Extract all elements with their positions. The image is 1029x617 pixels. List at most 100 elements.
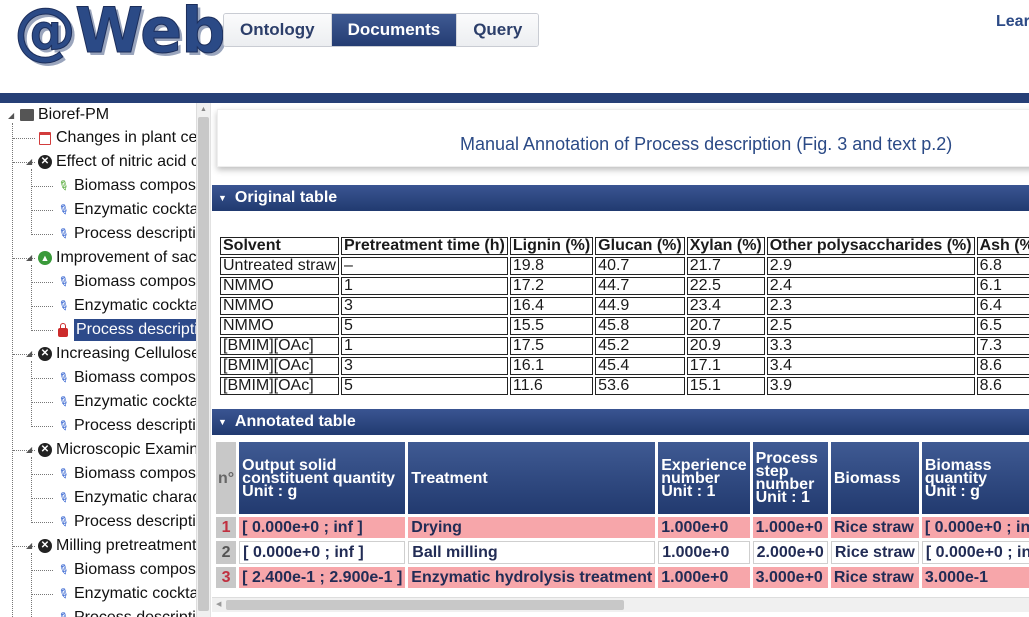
column-header-line: Biomass [833,469,901,487]
table-row: [BMIM][OAc] 3 16.1 45.4 17.1 3.4 8.6 [220,357,1029,375]
tree-item[interactable]: ✎ Biomass compos [55,559,196,581]
tree-connector [12,123,13,617]
tree-connector [31,378,53,379]
tree-expander-icon[interactable]: ◢ [8,111,17,120]
tree-item[interactable]: Process descripti [56,319,196,341]
tree-item[interactable]: ✎ Biomass compos [55,463,196,485]
row-number-header[interactable]: n° [216,442,237,514]
column-header[interactable]: Output solid constituent quantity Unit : g [239,442,406,514]
table-cell: 17.2 [509,277,594,295]
table-cell[interactable]: Ball milling [408,541,656,564]
scroll-up-icon[interactable]: ▲ [200,106,207,113]
table-cell[interactable]: 3.000e-1 [921,567,1029,588]
tree-item[interactable]: ✎ Enzymatic cockta [55,391,196,413]
tree-expander-icon[interactable]: ◢ [26,445,35,454]
tree-item[interactable]: Changes in plant ce [38,127,196,149]
table-row[interactable]: 3[ 2.400e-1 ; 2.900e-1 ] Enzymatic hydrol… [216,567,1029,588]
tree-item[interactable]: ✕ Increasing Cellulose [38,343,196,365]
tree-root[interactable]: Bioref-PM [20,104,109,126]
tree-scrollbar[interactable]: ▲ [196,103,211,617]
column-header: Other polysaccharides (%) [766,237,975,255]
tree-expander-icon[interactable]: ◢ [26,253,35,262]
scroll-left-icon[interactable]: ◀ [216,600,221,608]
table-cell: 23.4 [686,297,765,315]
column-header[interactable]: Treatment [408,442,656,514]
tree-item[interactable]: ✕ Milling pretreatment [38,535,196,557]
column-header[interactable]: Biomass quantity Unit : g [921,442,1029,514]
tree-item[interactable]: ✎ Biomass compos [55,271,196,293]
table-cell: 5 [340,317,508,335]
table-cell[interactable]: 1.000e+0 [658,567,750,588]
tab-ontology[interactable]: Ontology [224,14,332,46]
table-cell[interactable]: [ 0.000e+0 ; inf ] [239,517,406,538]
tree-expander-icon[interactable]: ◢ [26,541,35,550]
table-cell[interactable]: Rice straw [830,567,919,588]
pin-icon: ✎ [55,608,72,617]
tree-item-label: Microscopic Examin [56,441,196,458]
pin-icon: ✎ [55,224,72,242]
pin-icon-shape: ✎ [54,296,72,315]
table-cell[interactable]: [ 0.000e+0 ; inf ] [921,517,1029,538]
tree-item[interactable]: ✎ Biomass compos [55,175,196,197]
original-table-header[interactable]: ▼ Original table [212,185,1029,211]
table-cell[interactable]: Enzymatic hydrolysis treatment [408,567,656,588]
table-row: NMMO 1 17.2 44.7 22.5 2.4 6.1 [220,277,1029,295]
table-cell: 8.6 [976,377,1029,395]
folder-icon-shape [20,109,34,121]
table-cell[interactable]: Drying [408,517,656,538]
tree-item-label: Enzymatic cockta [74,201,196,218]
table-row[interactable]: 2[ 0.000e+0 ; inf ] Ball milling 1.000e+0 2… [216,541,1029,564]
tree-expander-icon[interactable]: ◢ [26,349,35,358]
table-cell[interactable]: 3.000e+0 [752,567,828,588]
collapse-triangle-icon[interactable]: ▼ [218,409,227,435]
table-cell[interactable]: [ 2.400e-1 ; 2.900e-1 ] [239,567,406,588]
table-cell[interactable]: [ 0.000e+0 ; inf ] [921,541,1029,564]
tree-item[interactable]: ✎ Enzymatic cockta [54,295,196,317]
pin-icon: ✎ [55,272,72,290]
column-header[interactable]: Biomass [830,442,919,514]
table-row[interactable]: 1[ 0.000e+0 ; inf ] Drying 1.000e+0 1.000e+… [216,517,1029,538]
table-cell[interactable]: 2.000e+0 [752,541,828,564]
horizontal-scroll-thumb[interactable] [226,600,624,610]
app-header: @Web Ontology Documents Query Lear [0,0,1029,93]
tree-item[interactable]: ✎Process descripti [55,607,196,617]
table-cell: NMMO [220,317,339,335]
tree-item[interactable]: ✎ Enzymatic cockta [55,583,196,605]
table-cell[interactable]: 1.000e+0 [658,517,750,538]
tab-query[interactable]: Query [457,14,539,46]
tree-item[interactable]: ▲ Improvement of sacc [38,247,196,269]
column-header[interactable]: Experience number Unit : 1 [658,442,750,514]
folder-icon [20,108,34,122]
main-tabs: Ontology Documents Query [223,13,540,47]
table-cell[interactable]: 1.000e+0 [658,541,750,564]
tree-item-label: Process descripti [74,607,196,617]
app-logo[interactable]: @Web [14,0,227,68]
tree-item[interactable]: ✎ Biomass compos [55,367,196,389]
tree-item[interactable]: ✎ Enzymatic charac [55,487,196,509]
tree-scroll-thumb[interactable] [198,117,209,611]
annotated-table-header[interactable]: ▼ Annotated table [212,409,1029,435]
tree-item-label: Enzymatic cockta [74,585,196,602]
tree-item-label: Effect of nitric acid c [56,153,196,170]
table-cell[interactable]: 1.000e+0 [752,517,828,538]
column-header[interactable]: Process step number Unit : 1 [752,442,828,514]
table-cell[interactable]: Rice straw [830,541,919,564]
tree-item[interactable]: ✕ Effect of nitric acid c [38,151,196,173]
tree-connector [31,282,53,283]
horizontal-scrollbar[interactable]: ◀ [212,597,1029,612]
tree-item[interactable]: ✎Process descripti [55,223,196,245]
tree-connector [31,498,53,499]
tab-documents[interactable]: Documents [331,14,458,46]
tree-expander-icon[interactable]: ◢ [26,157,35,166]
tree-item[interactable]: ✎Process descripti [55,511,196,533]
table-cell[interactable]: [ 0.000e+0 ; inf ] [239,541,406,564]
learn-link[interactable]: Lear [996,13,1029,31]
tree-item[interactable]: ✕ Microscopic Examin [38,439,196,461]
circle-x-icon-shape: ✕ [38,347,52,361]
circle-up-icon-shape: ▲ [38,251,52,265]
tree-item[interactable]: ✎Process descripti [55,415,196,437]
table-cell: 44.7 [595,277,685,295]
tree-item[interactable]: ✎ Enzymatic cockta [55,199,196,221]
table-cell[interactable]: Rice straw [830,517,919,538]
collapse-triangle-icon[interactable]: ▼ [218,185,227,211]
